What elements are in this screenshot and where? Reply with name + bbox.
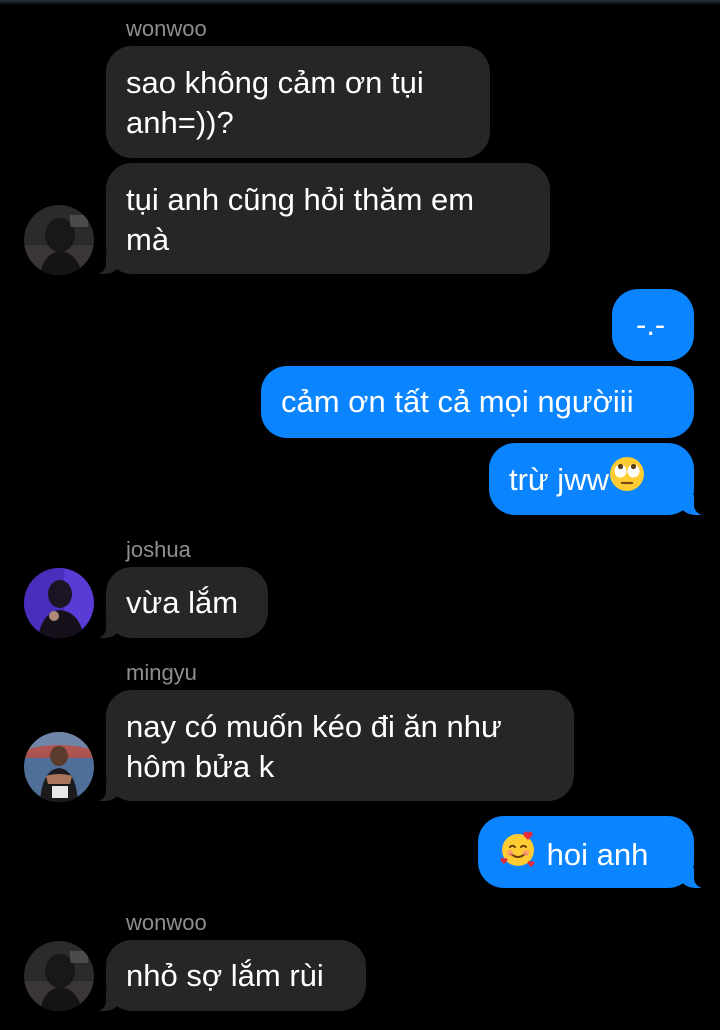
message-bubble-incoming[interactable]: tụi anh cũng hỏi thăm em mà (94, 163, 550, 274)
message-bubble-outgoing[interactable]: -.- (612, 289, 694, 361)
status-bar-edge (0, 0, 720, 5)
message-bubble-incoming[interactable]: nhỏ sợ lắm rùi (94, 940, 366, 1011)
message-bubble-incoming[interactable]: sao không cảm ơn tụi anh=))? (106, 46, 490, 158)
message-bubble-outgoing[interactable]: cảm ơn tất cả mọi ngườiii (261, 366, 694, 438)
sender-name-wonwoo: wonwoo (126, 16, 207, 41)
message-bubble-outgoing[interactable]: hoi anh (478, 816, 706, 888)
message-bubble-incoming[interactable]: nay có muốn kéo đi ăn như hôm bửa k (94, 690, 574, 801)
message-text: -.- (636, 307, 666, 342)
message-text: mà (126, 222, 170, 257)
message-text: sao không cảm ơn tụi (126, 65, 424, 100)
sender-name-mingyu: mingyu (126, 660, 197, 685)
avatar-wonwoo[interactable] (24, 941, 94, 1011)
avatar-mingyu[interactable] (24, 732, 94, 802)
message-text: anh=))? (126, 105, 234, 140)
message-text: nhỏ sợ lắm rùi (126, 958, 324, 993)
message-text: tụi anh cũng hỏi thăm em (126, 182, 475, 217)
message-bubble-incoming[interactable]: vừa lắm (94, 567, 268, 638)
message-text: hôm bửa k (126, 749, 275, 784)
message-bubble-outgoing[interactable]: trừ jww (489, 443, 706, 515)
face-with-rolling-eyes-emoji (609, 456, 645, 502)
avatar-joshua[interactable] (24, 568, 94, 638)
avatar-wonwoo[interactable] (24, 205, 94, 275)
smiling-face-with-hearts-emoji (498, 829, 538, 879)
message-text: hoi anh (498, 829, 674, 882)
message-text: nay có muốn kéo đi ăn như (126, 709, 502, 744)
sender-name-wonwoo: wonwoo (126, 910, 207, 935)
message-text: vừa lắm (126, 585, 239, 620)
sender-name-joshua: joshua (126, 537, 191, 562)
message-text: cảm ơn tất cả mọi ngườiii (281, 384, 634, 419)
message-text: trừ jww (509, 456, 674, 505)
